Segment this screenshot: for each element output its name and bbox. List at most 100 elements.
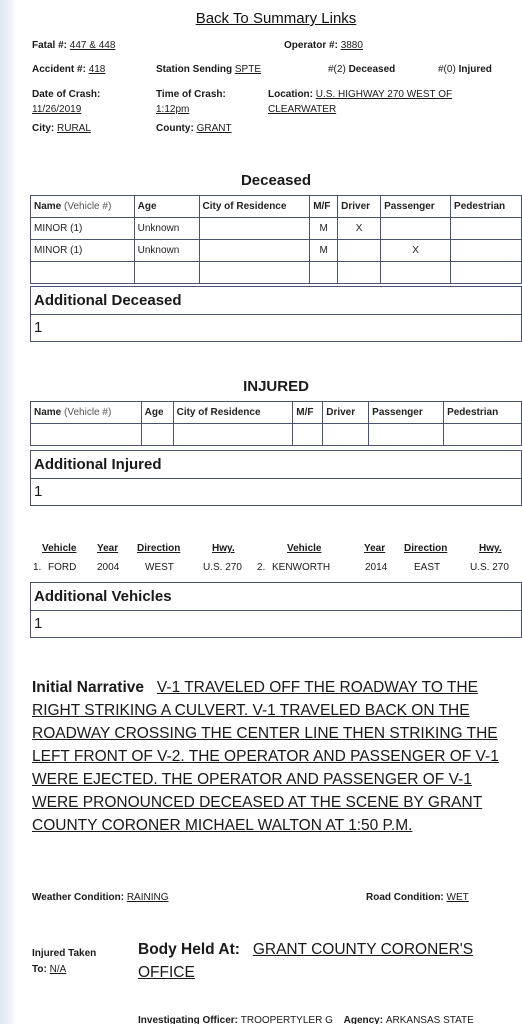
cell-city: [198, 261, 311, 284]
additional-injured-box: Additional Injured 1: [30, 450, 522, 506]
narrative-text: V-1 TRAVELED OFF THE ROADWAY TO THE RIGH…: [32, 679, 499, 834]
col-name: Name (Vehicle #): [30, 401, 142, 424]
year-header-2: Year: [364, 543, 386, 554]
cell-age: Unknown: [133, 239, 200, 262]
col-name: Name (Vehicle #): [30, 195, 135, 218]
additional-injured-title: Additional Injured: [31, 451, 521, 479]
body-held-label: Body Held At:: [138, 941, 240, 958]
county-field: County: GRANT: [156, 123, 232, 134]
operator-label: Operator #:: [284, 40, 338, 51]
injured-taken-label: Injured Taken: [32, 948, 97, 959]
city-label: City:: [32, 123, 55, 134]
operator-field: Operator #: 3880: [284, 40, 363, 51]
accident-value: 418: [88, 64, 106, 75]
hwy-header-2: Hwy.: [479, 543, 502, 554]
fatal-value: 447 & 448: [69, 40, 116, 51]
road-value: WET: [446, 892, 469, 903]
cell-passenger: [368, 423, 445, 446]
cell-age: [140, 423, 174, 446]
cell-name: [30, 423, 142, 446]
table-row: [30, 261, 522, 284]
col-pedestrian: Pedestrian: [450, 195, 522, 218]
injured-count-label: Injured: [458, 64, 492, 75]
agency-value: ARKANSAS STATE: [385, 1015, 474, 1024]
body-held-value-1: GRANT COUNTY CORONER'S: [252, 941, 474, 958]
direction-header-1: Direction: [137, 543, 181, 554]
vehicle-2-number: 2.: [257, 562, 266, 573]
officer-field: Investigating Officer: TROOPERTYLER G Ag…: [138, 1015, 474, 1024]
additional-deceased-value: 1: [34, 319, 43, 336]
additional-vehicles-value: 1: [34, 615, 43, 632]
accident-field: Accident #: 418: [32, 64, 105, 75]
cell-age: Unknown: [133, 217, 200, 240]
injured-count-field: #(0) Injured: [438, 64, 492, 75]
additional-deceased-box: Additional Deceased 1: [30, 286, 522, 342]
time-field: Time of Crash: 1:12pm: [156, 87, 226, 117]
cell-pedestrian: [450, 217, 522, 240]
cell-name: MINOR (1): [30, 217, 135, 240]
city-value: RURAL: [57, 123, 91, 134]
col-driver: Driver: [337, 195, 382, 218]
col-pedestrian: Pedestrian: [443, 401, 522, 424]
weather-value: RAINING: [126, 892, 169, 903]
location-label: Location:: [268, 89, 313, 100]
cell-city: [198, 217, 311, 240]
station-label: Station Sending: [156, 64, 233, 75]
vehicle-1-number: 1.: [33, 562, 42, 573]
vehicle-header-1: Vehicle: [42, 543, 77, 554]
agency-label: Agency:: [343, 1015, 384, 1024]
col-mf: M/F: [309, 195, 339, 218]
time-label: Time of Crash:: [156, 89, 226, 100]
vehicle-1-hwy: U.S. 270: [203, 562, 242, 573]
vehicle-header-2: Vehicle: [287, 543, 322, 554]
cell-city: [172, 423, 294, 446]
col-passenger: Passenger: [380, 195, 452, 218]
injured-taken-to-label: To:: [32, 964, 47, 975]
accident-label: Accident #:: [32, 64, 86, 75]
vehicle-1-direction: WEST: [145, 562, 174, 573]
date-label: Date of Crash:: [32, 89, 101, 100]
vehicle-1-year: 2004: [97, 562, 120, 573]
body-held-value-2: OFFICE: [138, 964, 195, 981]
cell-pedestrian: [450, 239, 522, 262]
cell-mf: [309, 261, 339, 284]
injured-count: #(0): [438, 64, 456, 75]
date-field: Date of Crash: 11/26/2019: [32, 87, 100, 117]
col-driver: Driver: [322, 401, 370, 424]
county-value: GRANT: [196, 123, 232, 134]
road-label: Road Condition:: [366, 892, 444, 903]
date-value: 11/26/2019: [32, 104, 82, 115]
officer-label: Investigating Officer:: [138, 1015, 239, 1024]
direction-header-2: Direction: [404, 543, 448, 554]
additional-vehicles-title: Additional Vehicles: [31, 583, 521, 611]
cell-pedestrian: [443, 423, 522, 446]
injured-taken-value: N/A: [49, 964, 67, 975]
injured-taken-field: Injured Taken To: N/A: [32, 946, 96, 978]
table-row: MINOR (1) Unknown M X: [30, 217, 522, 240]
cell-driver: [337, 261, 382, 284]
initial-narrative: Initial Narrative V-1 TRAVELED OFF THE R…: [32, 676, 512, 837]
cell-name: MINOR (1): [30, 239, 135, 262]
deceased-count: #(2): [328, 64, 346, 75]
deceased-count-field: #(2) Deceased: [328, 64, 395, 75]
body-held-field: Body Held At: GRANT COUNTY CORONER'S OFF…: [138, 938, 473, 984]
back-to-summary-link[interactable]: Back To Summary Links: [0, 10, 522, 27]
road-field: Road Condition: WET: [366, 892, 469, 903]
station-value: SPTE: [234, 64, 262, 75]
cell-mf: M: [309, 217, 339, 240]
officer-value: TROOPERTYLER G: [240, 1015, 333, 1024]
county-label: County:: [156, 123, 194, 134]
additional-vehicles-box: Additional Vehicles 1: [30, 582, 522, 638]
weather-label: Weather Condition:: [32, 892, 125, 903]
cell-driver: X: [337, 217, 382, 240]
crash-report-page: Back To Summary Links Fatal #: 447 & 448…: [0, 0, 522, 1024]
vehicle-2-hwy: U.S. 270: [470, 562, 509, 573]
fatal-field: Fatal #: 447 & 448: [32, 40, 115, 51]
col-age: Age: [133, 195, 200, 218]
col-passenger: Passenger: [368, 401, 445, 424]
narrative-label: Initial Narrative: [32, 679, 144, 696]
fatal-label: Fatal #:: [32, 40, 68, 51]
vehicle-2-make: KENWORTH: [272, 562, 331, 573]
deceased-table: Name (Vehicle #) Age City of Residence M…: [30, 195, 522, 284]
deceased-count-label: Deceased: [348, 64, 396, 75]
